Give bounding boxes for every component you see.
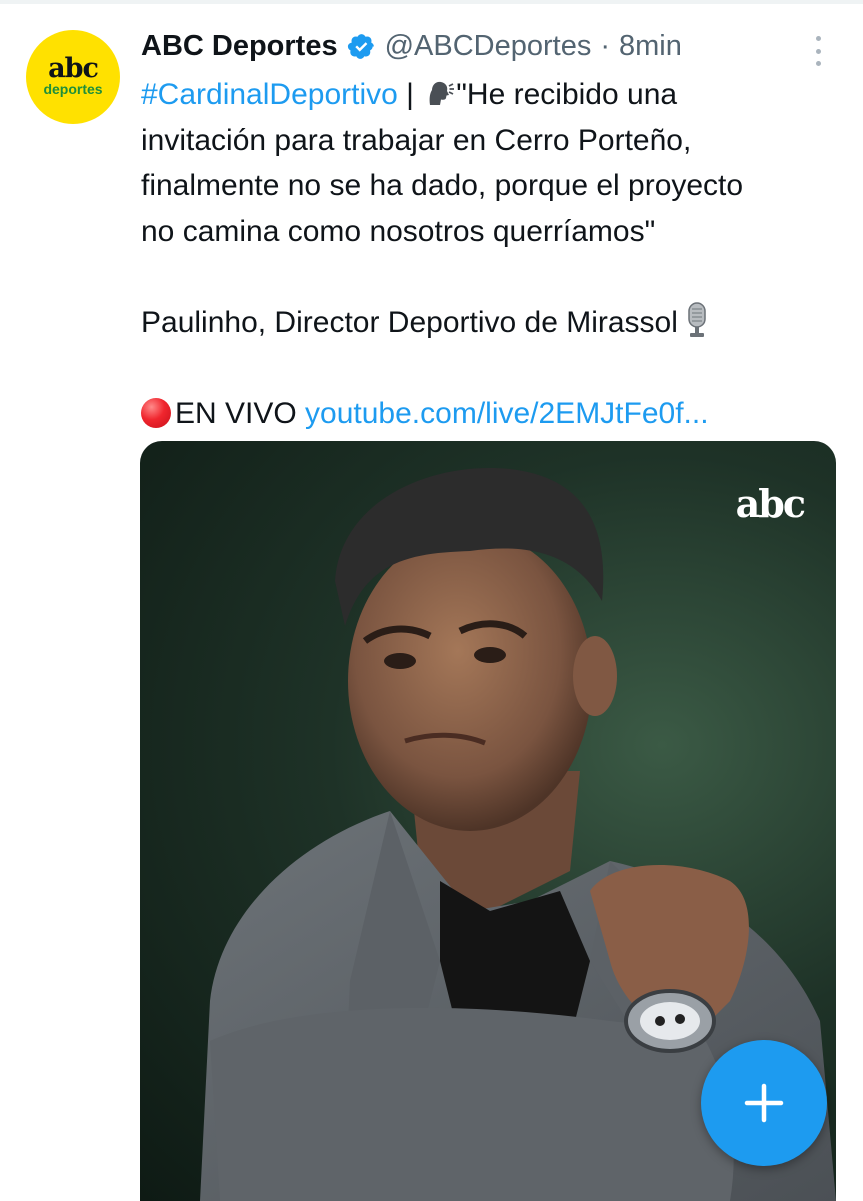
youtube-live-link[interactable]: youtube.com/live/2EMJtFe0f...	[305, 397, 709, 430]
pipe-text: |	[397, 78, 423, 111]
tweet-line-attribution: Paulinho, Director Deportivo de Mirassol	[141, 300, 841, 346]
tweet-line-2: invitación para trabajar en Cerro Porteñ…	[141, 123, 692, 157]
author-handle[interactable]: @ABCDeportes	[385, 30, 592, 63]
avatar-logo-sub: deportes	[43, 81, 103, 97]
tweet-line-3: finalmente no se ha dado, porque el proy…	[141, 169, 744, 202]
tweet-line-4: no camina como nosotros querríamos"	[141, 214, 656, 248]
tweet-line-live: EN VIVO youtube.com/live/2EMJtFe0f...	[141, 391, 841, 437]
author-avatar[interactable]: abc deportes	[26, 30, 120, 124]
speaking-head-icon	[426, 75, 455, 105]
tweet-timestamp[interactable]: 8min	[619, 30, 682, 63]
top-divider	[0, 0, 863, 4]
attribution-text: Paulinho, Director Deportivo de Mirassol	[141, 305, 678, 339]
verified-badge-icon	[347, 32, 376, 61]
plus-icon	[744, 1083, 784, 1123]
author-name[interactable]: ABC Deportes	[141, 30, 338, 63]
tweet-line-1: #CardinalDeportivo | "He recibido una	[141, 72, 841, 118]
avatar-logo-main: abc	[48, 53, 99, 84]
more-options-icon[interactable]	[808, 36, 828, 66]
live-label: EN VIVO	[175, 396, 297, 430]
red-circle-icon	[141, 397, 171, 428]
quote-start-text: "He recibido una	[456, 78, 678, 111]
compose-tweet-button[interactable]	[701, 1040, 827, 1166]
abc-watermark: abc	[735, 481, 806, 526]
hashtag-link[interactable]: #CardinalDeportivo	[141, 78, 398, 111]
microphone-icon	[686, 301, 708, 338]
separator-dot: ·	[600, 29, 611, 62]
tweet-body: #CardinalDeportivo | "He recibido una in…	[141, 72, 841, 436]
tweet-header: ABC Deportes @ABCDeportes · 8min	[141, 26, 682, 66]
